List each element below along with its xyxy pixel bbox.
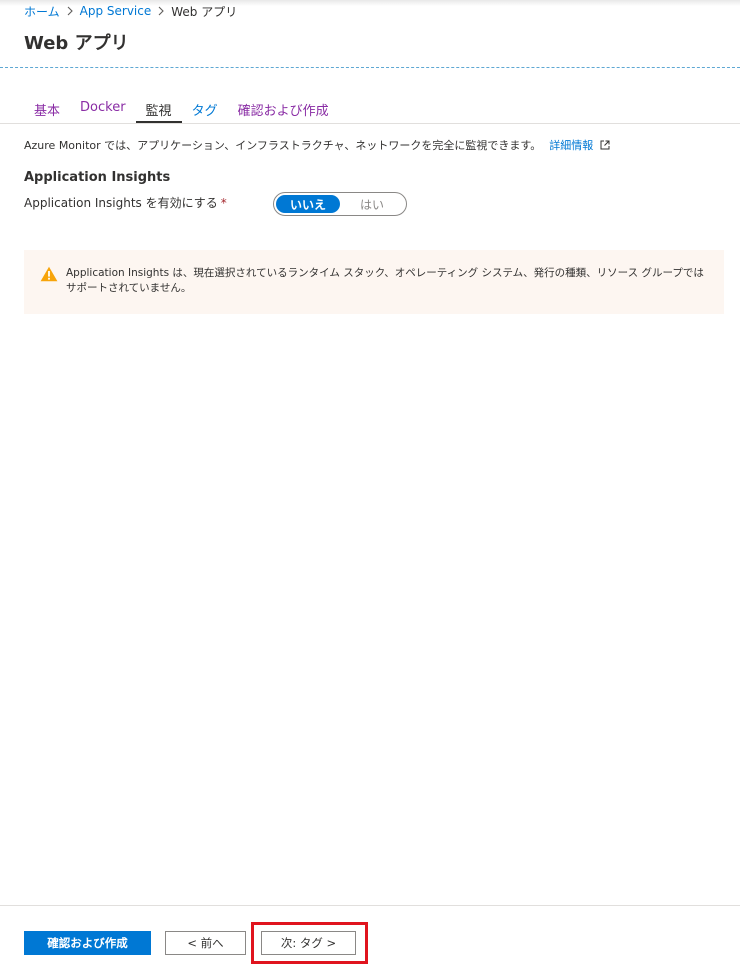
tab-basics[interactable]: 基本 — [24, 96, 70, 123]
warning-banner: Application Insights は、現在選択されているランタイム スタ… — [24, 250, 724, 314]
toggle-option-no[interactable]: いいえ — [276, 195, 340, 213]
tabs-divider — [0, 123, 740, 124]
chevron-right-icon — [158, 6, 165, 16]
tab-monitoring[interactable]: 監視 — [135, 96, 182, 123]
breadcrumb-home-link[interactable]: ホーム — [24, 3, 60, 20]
tab-docker[interactable]: Docker — [70, 96, 136, 123]
enable-app-insights-label: Application Insights を有効にする * — [24, 194, 227, 211]
toggle-option-yes[interactable]: はい — [340, 195, 404, 213]
required-asterisk: * — [220, 196, 227, 210]
review-create-button[interactable]: 確認および作成 — [24, 931, 151, 955]
app-insights-section-title: Application Insights — [24, 170, 171, 185]
monitor-description: Azure Monitor では、アプリケーション、インフラストラクチャ、ネット… — [24, 137, 610, 153]
external-link-icon — [600, 140, 610, 153]
breadcrumb-app-service-link[interactable]: App Service — [80, 4, 152, 18]
enable-app-insights-label-text: Application Insights を有効にする — [24, 196, 218, 210]
warning-text: Application Insights は、現在選択されているランタイム スタ… — [66, 267, 704, 294]
next-tags-button[interactable]: 次: タグ > — [261, 931, 356, 955]
monitor-description-text: Azure Monitor では、アプリケーション、インフラストラクチャ、ネット… — [24, 139, 542, 152]
page-title: Web アプリ — [24, 33, 129, 54]
chevron-right-icon — [67, 6, 73, 16]
learn-more-link[interactable]: 詳細情報 — [549, 137, 610, 153]
warning-triangle-icon — [40, 266, 58, 282]
header-divider — [0, 67, 740, 68]
enable-app-insights-toggle[interactable]: いいえ はい — [273, 192, 407, 216]
tab-tags[interactable]: タグ — [182, 96, 228, 123]
breadcrumb-current: Web アプリ — [171, 4, 238, 19]
tab-review-create[interactable]: 確認および作成 — [228, 96, 339, 123]
learn-more-label: 詳細情報 — [549, 139, 594, 152]
footer-divider — [0, 905, 740, 906]
previous-button[interactable]: < 前へ — [165, 931, 246, 955]
breadcrumb: ホーム App Service Web アプリ — [24, 2, 237, 20]
tab-bar: 基本 Docker 監視 タグ 確認および作成 — [24, 96, 339, 124]
